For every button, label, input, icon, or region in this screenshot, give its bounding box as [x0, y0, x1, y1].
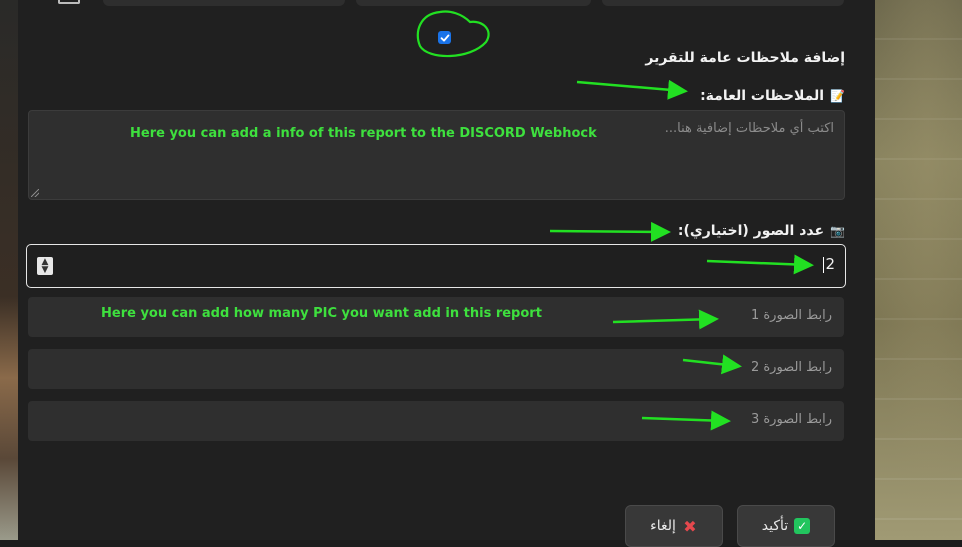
check-box-icon: ✓ — [794, 518, 811, 534]
image-url-placeholder-1: رابط الصورة 1 — [750, 308, 832, 323]
memo-icon: 📝 — [830, 89, 845, 103]
cancel-button[interactable]: ✖ إلغاء — [625, 505, 723, 547]
image-url-field-2[interactable]: رابط الصورة 2 — [28, 349, 844, 389]
images-label: عدد الصور (اختياري): — [677, 223, 825, 239]
game-background-right — [875, 0, 962, 540]
notes-hint-annotation: Here you can add a info of this report t… — [130, 126, 597, 141]
top-field-2[interactable] — [356, 0, 591, 6]
top-field-1[interactable] — [103, 0, 345, 6]
confirm-label: تأكيد — [761, 518, 789, 534]
game-background-left — [0, 0, 20, 540]
spinner-icon[interactable]: ▲ ▼ — [37, 257, 53, 275]
trash-icon[interactable] — [58, 0, 80, 4]
include-notes-checkbox[interactable] — [438, 31, 451, 44]
cross-icon: ✖ — [683, 516, 697, 536]
check-icon — [440, 34, 449, 41]
image-count-input[interactable]: ▲ ▼ 2 — [26, 244, 846, 288]
notes-placeholder: اكتب أي ملاحظات إضافية هنا... — [664, 121, 834, 136]
resize-grip-icon[interactable] — [31, 189, 39, 197]
top-field-3[interactable] — [602, 0, 844, 6]
confirm-button[interactable]: ✓ تأكيد — [737, 505, 835, 547]
section-title: إضافة ملاحظات عامة للتقرير — [645, 50, 845, 66]
report-modal: إضافة ملاحظات عامة للتقرير 📝 الملاحظات ا… — [18, 0, 875, 547]
image-url-placeholder-2: رابط الصورة 2 — [750, 360, 832, 375]
image-url-field-3[interactable]: رابط الصورة 3 — [28, 401, 844, 441]
notes-label-row: 📝 الملاحظات العامة: — [700, 85, 845, 107]
cancel-label: إلغاء — [650, 518, 676, 534]
pics-hint-annotation: Here you can add how many PIC you want a… — [101, 306, 542, 321]
image-url-placeholder-3: رابط الصورة 3 — [750, 412, 832, 427]
image-count-value: 2 — [823, 255, 835, 273]
notes-textarea[interactable]: اكتب أي ملاحظات إضافية هنا... — [28, 110, 845, 200]
notes-label: الملاحظات العامة: — [700, 88, 825, 104]
images-label-row: 📷 عدد الصور (اختياري): — [678, 220, 845, 242]
camera-icon: 📷 — [830, 224, 845, 238]
